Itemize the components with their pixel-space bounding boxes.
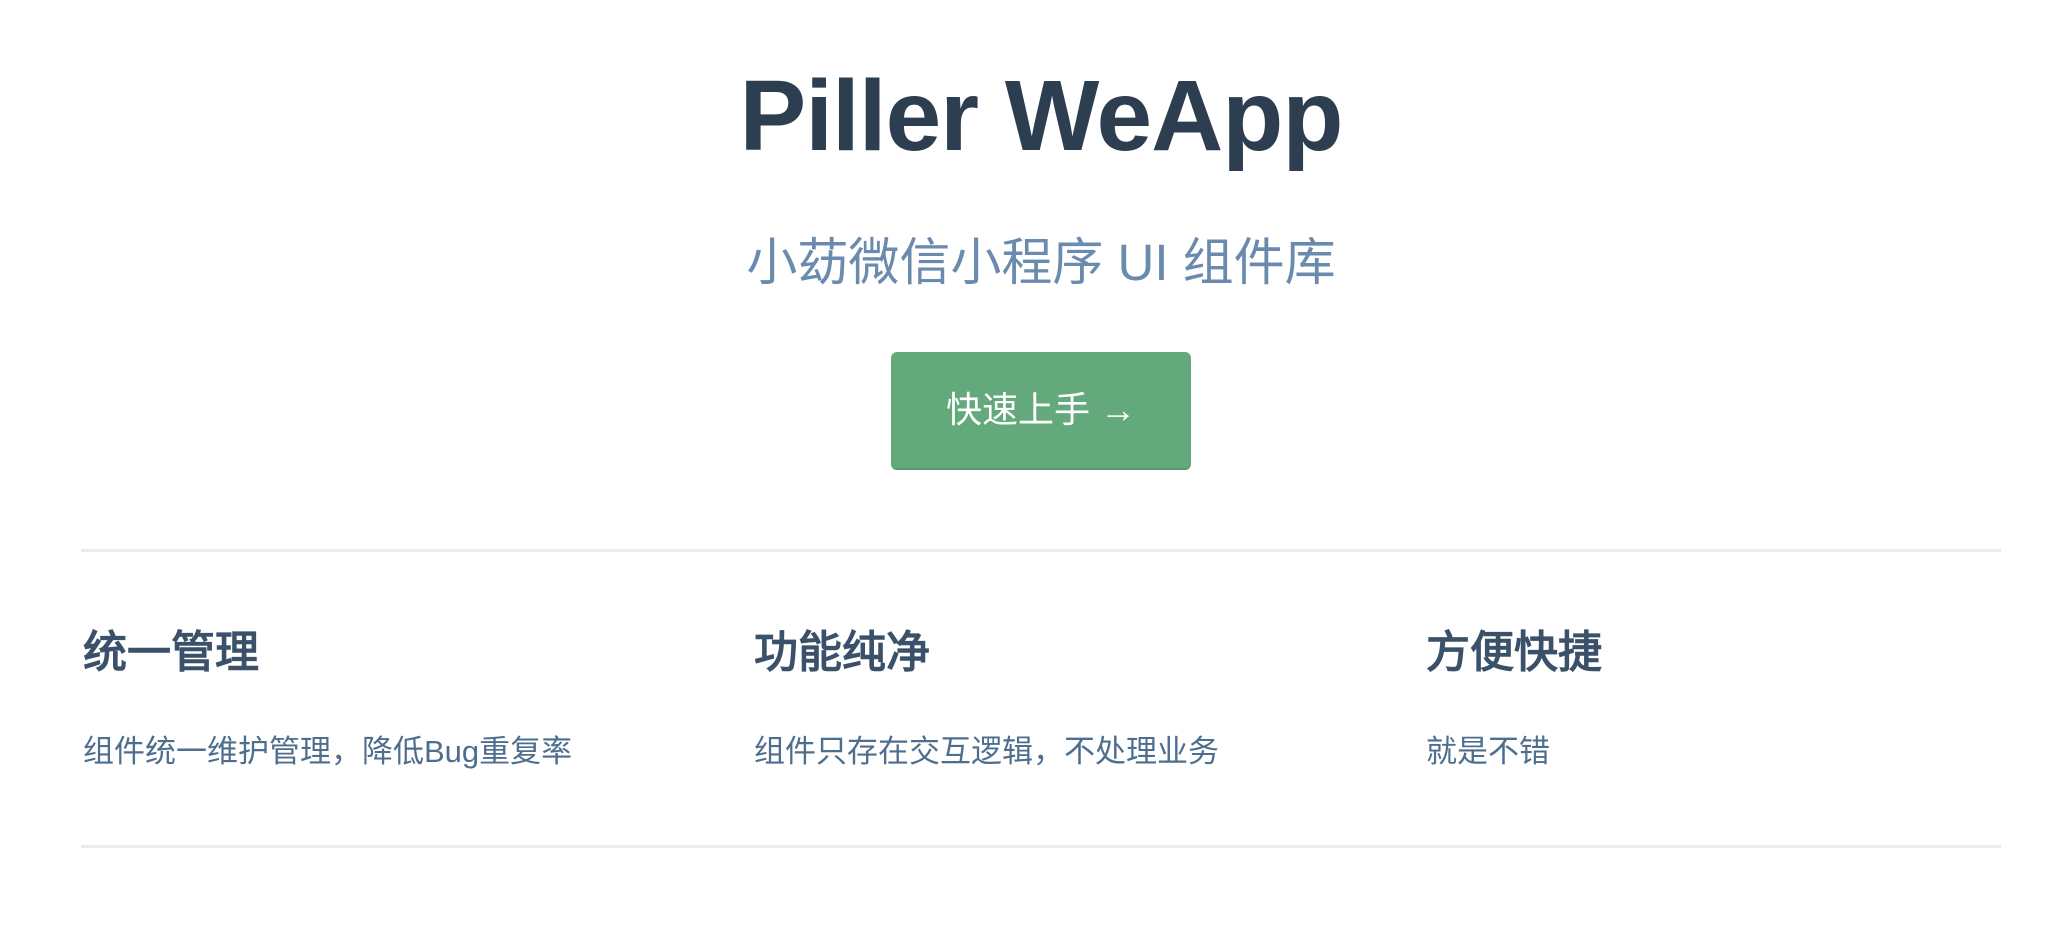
features-top-divider	[81, 549, 2001, 552]
feature-title: 功能纯净	[754, 628, 930, 677]
get-started-button[interactable]: 快速上手 →	[891, 352, 1191, 470]
feature-description: 组件统一维护管理，降低Bug重复率	[83, 734, 573, 769]
feature-description: 组件只存在交互逻辑，不处理业务	[754, 734, 1219, 769]
feature-title: 方便快捷	[1426, 628, 1602, 677]
footer-divider	[81, 845, 2001, 848]
feature-description: 就是不错	[1426, 734, 1550, 769]
hero-description: 小苭微信小程序 UI 组件库	[746, 234, 1336, 291]
feature-title: 统一管理	[83, 628, 259, 677]
feature-card-unified-management: 统一管理 组件统一维护管理，降低Bug重复率	[83, 620, 723, 774]
feature-card-pure-functionality: 功能纯净 组件只存在交互逻辑，不处理业务	[754, 620, 1394, 774]
hero-title: Piller WeApp	[739, 60, 1344, 172]
feature-card-convenient: 方便快捷 就是不错	[1426, 620, 2046, 774]
